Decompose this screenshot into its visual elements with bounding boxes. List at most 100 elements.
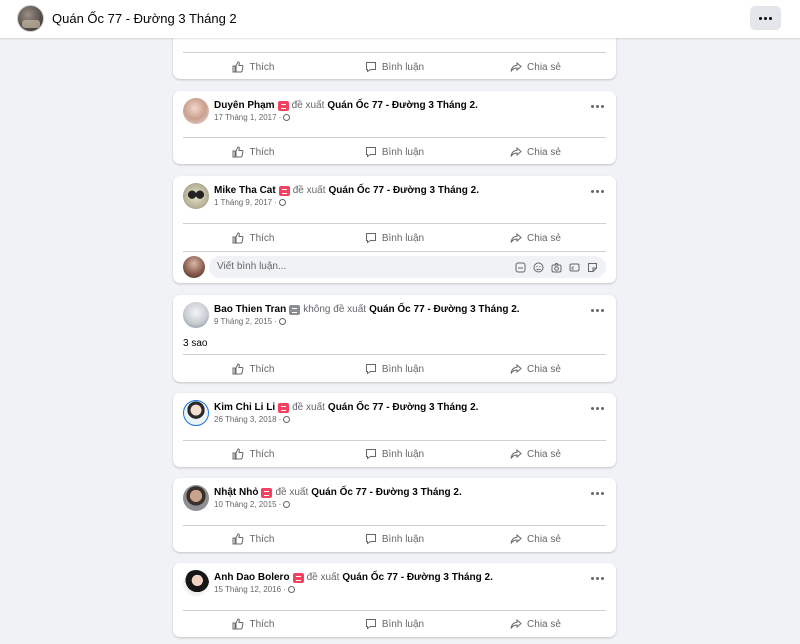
page-title[interactable]: Quán Ốc 77 - Đường 3 Tháng 2 bbox=[52, 11, 237, 26]
sticker-face-icon[interactable] bbox=[587, 260, 598, 272]
share-button[interactable]: Chia sẻ bbox=[465, 610, 606, 638]
comment-icon bbox=[365, 449, 376, 460]
page-avatar[interactable] bbox=[17, 5, 44, 32]
post-more-button[interactable] bbox=[591, 492, 604, 495]
post-more-button[interactable] bbox=[591, 105, 604, 108]
post-date[interactable]: 26 Tháng 3, 2018 bbox=[214, 415, 277, 424]
reviewer-name[interactable]: Duyên Phạm bbox=[214, 100, 275, 111]
like-icon bbox=[232, 61, 244, 73]
post-date[interactable]: 9 Tháng 2, 2015 bbox=[214, 317, 272, 326]
like-label: Thích bbox=[249, 533, 275, 545]
share-button[interactable]: Chia sẻ bbox=[465, 224, 606, 252]
share-label: Chia sẻ bbox=[527, 61, 561, 73]
share-label: Chia sẻ bbox=[527, 533, 561, 545]
recommend-icon bbox=[278, 185, 290, 196]
like-button[interactable]: Thích bbox=[183, 53, 324, 81]
review-card: Bao Thien Tran không đề xuất Quán Ốc 77 … bbox=[173, 295, 616, 382]
header-more-button[interactable] bbox=[750, 6, 781, 30]
avatar[interactable] bbox=[183, 400, 209, 426]
reviewer-name[interactable]: Mike Tha Cat bbox=[214, 185, 276, 196]
post-more-button[interactable] bbox=[591, 190, 604, 193]
share-button[interactable]: Chia sẻ bbox=[465, 138, 606, 166]
reviewer-name[interactable]: Bao Thien Tran bbox=[214, 304, 286, 315]
action-bar: Thích Bình luận Chia sẻ bbox=[183, 355, 606, 383]
public-globe-icon bbox=[287, 586, 295, 593]
recommend-verb: đề xuất bbox=[292, 402, 325, 413]
recommend-icon bbox=[278, 402, 290, 413]
comment-button[interactable]: Bình luận bbox=[324, 138, 465, 166]
share-icon bbox=[510, 363, 522, 374]
recommend-icon bbox=[277, 100, 289, 111]
comment-button[interactable]: Bình luận bbox=[324, 440, 465, 468]
share-label: Chia sẻ bbox=[527, 618, 561, 630]
page-link[interactable]: Quán Ốc 77 - Đường 3 Tháng 2. bbox=[311, 487, 461, 498]
share-button[interactable]: Chia sẻ bbox=[465, 440, 606, 468]
like-icon bbox=[232, 618, 244, 630]
comment-label: Bình luận bbox=[381, 61, 425, 73]
like-button[interactable]: Thích bbox=[183, 355, 324, 383]
post-date[interactable]: 10 Tháng 2, 2015 bbox=[214, 500, 277, 509]
like-label: Thích bbox=[249, 232, 275, 244]
comment-label: Bình luận bbox=[381, 618, 425, 630]
share-label: Chia sẻ bbox=[527, 448, 561, 460]
page-link[interactable]: Quán Ốc 77 - Đường 3 Tháng 2. bbox=[329, 185, 479, 196]
like-label: Thích bbox=[249, 61, 275, 73]
comment-button[interactable]: Bình luận bbox=[324, 355, 465, 383]
reviewer-name[interactable]: Kim Chi Li Li bbox=[214, 402, 275, 413]
page-link[interactable]: Quán Ốc 77 - Đường 3 Tháng 2. bbox=[328, 402, 478, 413]
camera-icon[interactable] bbox=[551, 260, 562, 273]
share-label: Chia sẻ bbox=[527, 232, 561, 244]
avatar[interactable] bbox=[183, 183, 209, 209]
post-more-button[interactable] bbox=[591, 309, 604, 312]
comment-button[interactable]: Bình luận bbox=[324, 610, 465, 638]
post-date[interactable]: 1 Tháng 9, 2017 bbox=[214, 198, 272, 207]
share-button[interactable]: Chia sẻ bbox=[465, 355, 606, 383]
recommend-verb: đề xuất bbox=[306, 572, 340, 583]
comment-button[interactable]: Bình luận bbox=[324, 525, 465, 553]
action-bar: Thích Bình luận Chia sẻ bbox=[183, 224, 606, 252]
page-link[interactable]: Quán Ốc 77 - Đường 3 Tháng 2. bbox=[369, 304, 519, 315]
like-icon bbox=[232, 146, 244, 158]
like-label: Thích bbox=[249, 448, 275, 460]
post-date[interactable]: 17 Tháng 1, 2017 bbox=[214, 113, 277, 122]
avatar[interactable] bbox=[183, 485, 209, 511]
comment-icon bbox=[365, 364, 376, 375]
like-button[interactable]: Thích bbox=[183, 138, 324, 166]
post-date[interactable]: 15 Tháng 12, 2016 bbox=[214, 585, 281, 594]
avatar[interactable] bbox=[183, 98, 209, 124]
page-link[interactable]: Quán Ốc 77 - Đường 3 Tháng 2. bbox=[327, 100, 477, 111]
share-icon bbox=[510, 448, 522, 459]
comment-button[interactable]: Bình luận bbox=[324, 224, 465, 252]
emoji-icon[interactable] bbox=[533, 260, 544, 273]
review-card: Nhật Nhỏ đề xuất Quán Ốc 77 - Đường 3 Th… bbox=[173, 478, 616, 552]
like-label: Thích bbox=[249, 618, 275, 630]
comment-button[interactable]: Bình luận bbox=[324, 53, 465, 81]
recommend-icon bbox=[292, 572, 304, 583]
like-button[interactable]: Thích bbox=[183, 224, 324, 252]
avatar[interactable] bbox=[183, 302, 209, 328]
share-button[interactable]: Chia sẻ bbox=[465, 53, 606, 81]
recommend-verb: đề xuất bbox=[292, 185, 326, 196]
share-icon bbox=[510, 618, 522, 629]
not-recommend-icon bbox=[289, 304, 301, 315]
reviewer-name[interactable]: Nhật Nhỏ bbox=[214, 487, 258, 498]
avatar[interactable] bbox=[183, 570, 209, 596]
public-globe-icon bbox=[283, 416, 291, 423]
divider bbox=[183, 251, 606, 252]
like-button[interactable]: Thích bbox=[183, 525, 324, 553]
like-button[interactable]: Thích bbox=[183, 440, 324, 468]
post-more-button[interactable] bbox=[591, 577, 604, 580]
like-button[interactable]: Thích bbox=[183, 610, 324, 638]
page-link[interactable]: Quán Ốc 77 - Đường 3 Tháng 2. bbox=[342, 572, 492, 583]
comment-icon bbox=[365, 233, 376, 244]
reviewer-name[interactable]: Anh Dao Bolero bbox=[214, 572, 290, 583]
action-bar: Thích Bình luận Chia sẻ bbox=[183, 53, 606, 81]
share-label: Chia sẻ bbox=[527, 146, 561, 158]
sticker-icon[interactable] bbox=[515, 260, 526, 273]
public-globe-icon bbox=[278, 318, 286, 325]
like-icon bbox=[232, 533, 244, 545]
action-bar: Thích Bình luận Chia sẻ bbox=[183, 138, 606, 166]
post-more-button[interactable] bbox=[591, 407, 604, 410]
share-button[interactable]: Chia sẻ bbox=[465, 525, 606, 553]
gif-icon[interactable] bbox=[569, 260, 580, 272]
